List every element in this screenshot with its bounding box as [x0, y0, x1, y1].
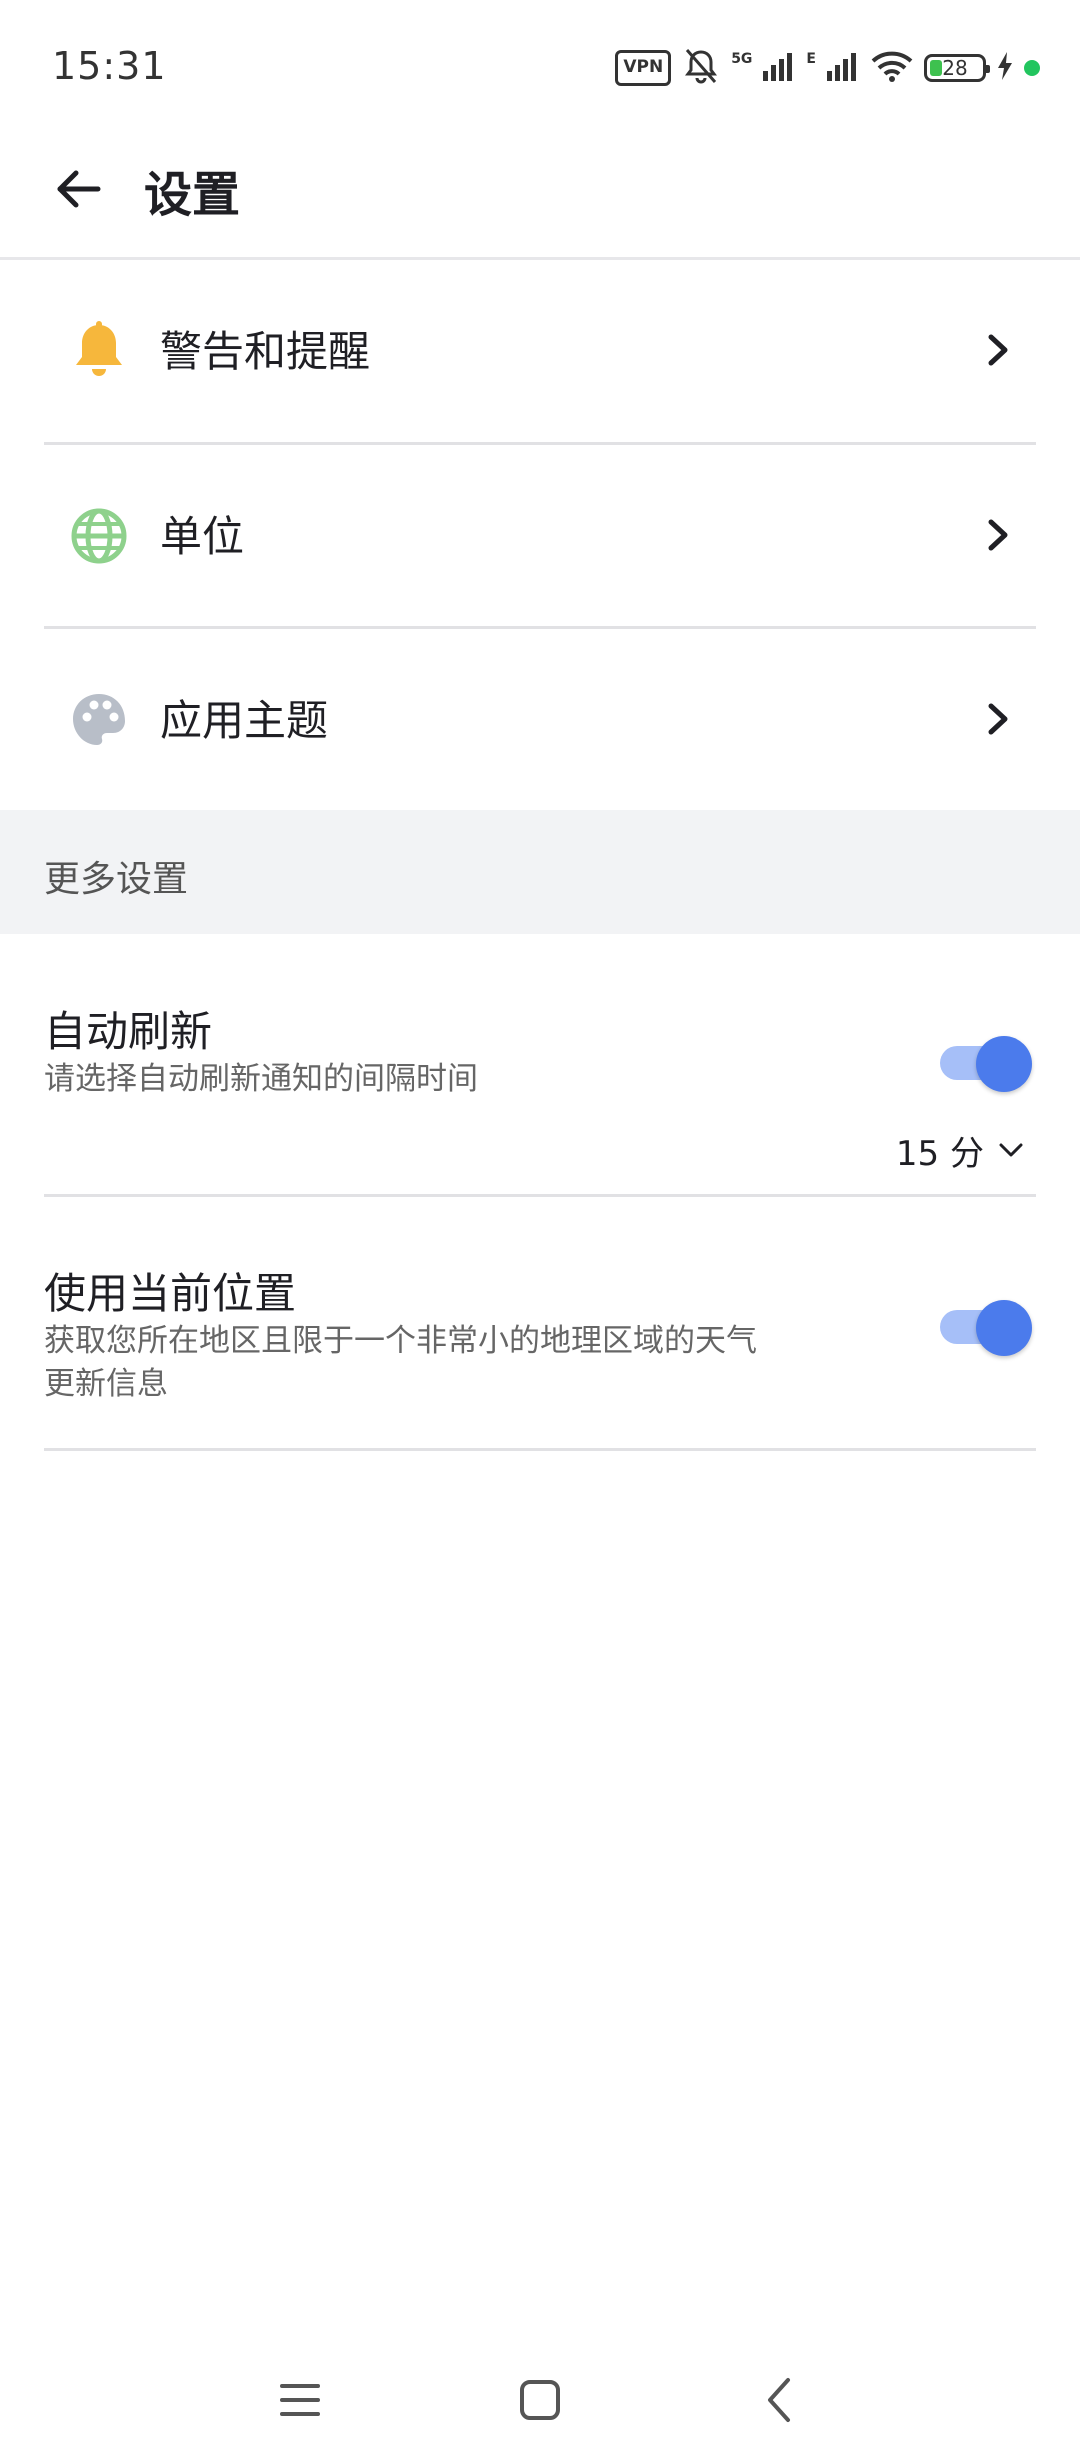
menu-item-label: 单位 [160, 512, 245, 561]
section-title: 更多设置 [44, 859, 189, 900]
refresh-interval-value: 15 分 [895, 1133, 984, 1174]
chevron-right-icon [978, 515, 1018, 555]
menu-icon [280, 2384, 320, 2416]
wifi-icon [870, 49, 914, 87]
menu-item-label: 应用主题 [160, 696, 329, 745]
current-location-toggle[interactable] [940, 1296, 1032, 1356]
system-nav-bar [0, 2340, 1080, 2460]
auto-refresh-title: 自动刷新 [44, 1007, 213, 1056]
globe-icon [68, 505, 130, 567]
recents-button[interactable] [270, 2370, 330, 2430]
status-bar: 15:31 VPN 5G E 28 [0, 0, 1080, 135]
menu-item-alerts[interactable]: 警告和提醒 [44, 260, 1036, 444]
home-button[interactable] [510, 2370, 570, 2430]
charging-icon [996, 51, 1014, 85]
signal-icon [762, 51, 796, 85]
auto-refresh-description: 请选择自动刷新通知的间隔时间 [44, 1061, 478, 1097]
chevron-left-icon [768, 2378, 790, 2422]
signal-icon-2 [826, 51, 860, 85]
status-icons: VPN 5G E 28 [615, 46, 1040, 90]
current-location-title: 使用当前位置 [44, 1269, 297, 1318]
current-location-description-line2: 更新信息 [44, 1366, 168, 1402]
status-time: 15:31 [52, 44, 167, 88]
back-button[interactable] [42, 153, 114, 225]
refresh-interval-dropdown[interactable]: 15 分 [895, 1128, 1024, 1174]
menu-item-label: 警告和提醒 [160, 327, 371, 376]
square-icon [520, 2380, 560, 2420]
palette-icon [68, 689, 130, 751]
chevron-right-icon [978, 699, 1018, 739]
battery-icon: 28 [924, 54, 990, 82]
vpn-badge: VPN [615, 50, 672, 86]
toggle-thumb [976, 1300, 1032, 1356]
battery-fill [930, 60, 942, 76]
section-header-more-settings: 更多设置 [0, 810, 1080, 934]
app-bar: 设置 [0, 135, 1080, 257]
network-5g-label: 5G [731, 51, 753, 67]
network-e-label: E [806, 51, 816, 67]
toggle-thumb [976, 1036, 1032, 1092]
bell-off-icon [681, 46, 721, 90]
bell-icon [68, 320, 130, 382]
system-back-button[interactable] [750, 2370, 810, 2430]
privacy-indicator-dot [1024, 60, 1040, 76]
divider [44, 1448, 1036, 1451]
chevron-down-icon [999, 1143, 1023, 1157]
chevron-right-icon [978, 330, 1018, 370]
menu-item-app-theme[interactable]: 应用主题 [44, 629, 1036, 813]
battery-level: 28 [942, 56, 968, 80]
page-title: 设置 [144, 167, 241, 223]
current-location-description-line1: 获取您所在地区且限于一个非常小的地理区域的天气 [44, 1323, 757, 1359]
menu-item-units[interactable]: 单位 [44, 445, 1036, 629]
divider [44, 1194, 1036, 1197]
arrow-left-icon [57, 170, 101, 208]
auto-refresh-toggle[interactable] [940, 1032, 1032, 1092]
